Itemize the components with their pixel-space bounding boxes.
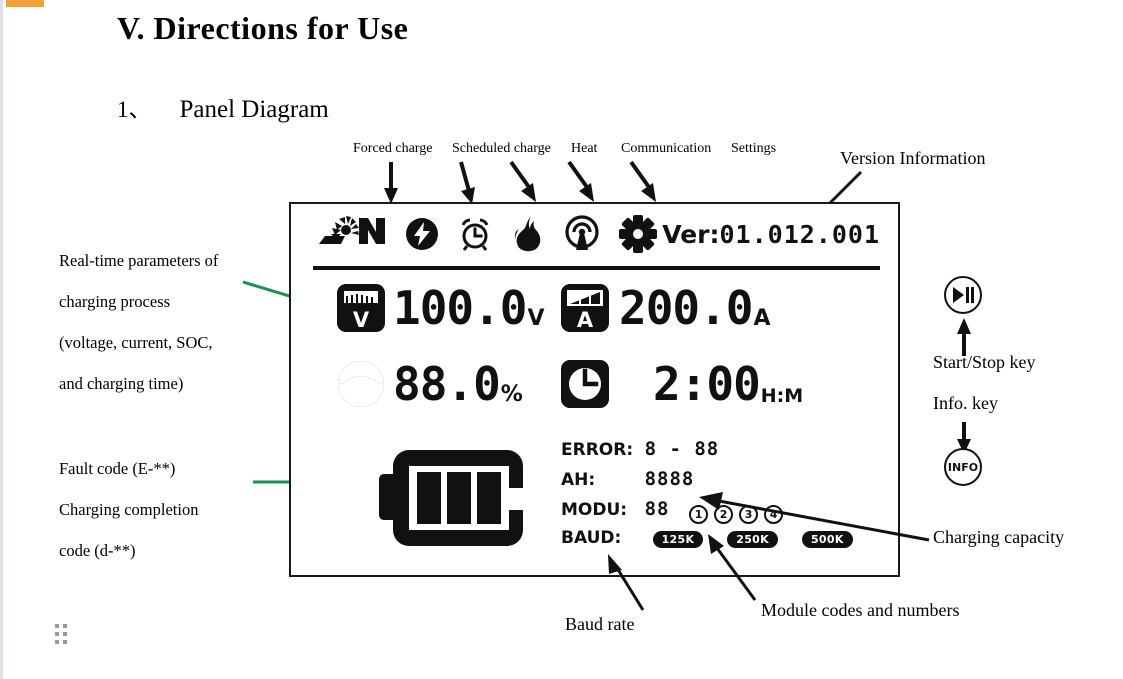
voltage-unit: V [527, 306, 545, 331]
gear-icon [619, 215, 657, 253]
arrow-communication [567, 160, 594, 202]
current-value: 200.0 [619, 281, 753, 335]
callout-communication: Communication [621, 141, 712, 156]
arrow-scheduled-charge [459, 161, 475, 204]
fault-line-3: code (d-**) [59, 541, 136, 560]
alarm-clock-icon [461, 218, 489, 251]
callout-info-key: Info. key [933, 393, 998, 413]
status-row-ah: AH: 8888 [561, 468, 694, 490]
fault-line-2: Charging completion [59, 500, 199, 519]
error-label: ERROR: [561, 440, 634, 460]
callout-heat: Heat [571, 141, 598, 156]
play-pause-icon [953, 287, 974, 303]
start-stop-key[interactable] [944, 276, 982, 314]
callout-scheduled-charge: Scheduled charge [452, 141, 551, 156]
arrow-baud-rate [608, 554, 645, 611]
readout-soc: 88.0 % [335, 358, 523, 410]
svg-text:A: A [577, 308, 594, 332]
current-unit: A [753, 306, 771, 331]
soc-gauge-icon [338, 361, 384, 407]
handle-dot [63, 624, 67, 628]
callout-baud-rate: Baud rate [565, 614, 635, 634]
callout-version-information: Version Information [840, 148, 986, 168]
section-title: 1、 Panel Diagram [117, 90, 329, 124]
handle-dot [63, 640, 67, 644]
ah-label: AH: [561, 470, 596, 490]
arrow-heat [509, 160, 536, 202]
status-icon-row [315, 214, 657, 254]
modu-value: 88 [644, 498, 670, 520]
callout-start-stop-key: Start/Stop key [933, 352, 1036, 372]
flame-icon [515, 216, 541, 252]
clock-icon [561, 360, 609, 408]
callout-charging-capacity: Charging capacity [933, 527, 1065, 547]
arrow-forced-charge [384, 162, 398, 204]
voltmeter-icon: V [337, 284, 385, 332]
version-display: Ver: 01.012.001 [662, 220, 880, 249]
readout-time: 2:00 H:M [559, 358, 803, 410]
realtime-line-2: charging process [59, 292, 171, 311]
ammeter-icon: A [561, 284, 609, 332]
modu-label: MODU: [561, 500, 628, 520]
version-value: 01.012.001 [719, 220, 880, 249]
realtime-line-1: Real-time parameters of [59, 251, 219, 270]
callout-realtime-parameters: Real-time parameters of charging process… [59, 240, 218, 404]
readout-current: A 200.0 A [559, 282, 771, 334]
baud-label: BAUD: [561, 528, 622, 548]
ah-value: 8888 [644, 468, 695, 490]
page-accent-bar [6, 0, 44, 7]
callout-module-codes: Module codes and numbers [761, 600, 960, 620]
time-value: 2:00 [653, 357, 761, 411]
voltage-value: 100.0 [393, 281, 527, 335]
status-row-error: ERROR: 8 - 88 [561, 438, 719, 460]
antenna-signal-icon [565, 215, 599, 250]
info-key-label: INFO [947, 460, 979, 474]
soc-value: 88.0 [393, 357, 501, 411]
document-page: V. Directions for Use 1、 Panel Diagram Fo… [0, 0, 1123, 679]
handle-dot [63, 632, 67, 636]
readout-voltage: V 100.0 V [335, 282, 545, 334]
handle-dot [55, 640, 59, 644]
battery-three-bars-icon [379, 450, 525, 546]
page-title: V. Directions for Use [117, 10, 409, 46]
lcd-readouts: V 100.0 V A 200.0 A 88.0 % 2:00 H:M [291, 276, 898, 431]
handle-dot [55, 624, 59, 628]
realtime-line-3: (voltage, current, SOC, [59, 333, 213, 352]
callout-fault-code: Fault code (E-**) Charging completion co… [59, 448, 198, 571]
lcd-status-bar: Ver: 01.012.001 [291, 204, 898, 272]
callout-settings: Settings [731, 141, 777, 156]
arrow-settings [629, 160, 656, 202]
error-value: 8 - 88 [644, 438, 720, 460]
lcd-divider [313, 266, 880, 270]
time-unit: H:M [760, 385, 804, 407]
soc-unit: % [500, 382, 523, 407]
callout-forced-charge: Forced charge [353, 141, 433, 156]
lightning-bolt-icon [406, 218, 438, 250]
realtime-line-4: and charging time) [59, 374, 184, 393]
section-name: Panel Diagram [179, 96, 329, 123]
drag-handle-dots[interactable] [55, 624, 67, 644]
svg-text:V: V [353, 308, 370, 332]
sn-logo-icon [319, 216, 385, 244]
arrow-module-codes [708, 534, 757, 601]
section-number: 1、 [117, 97, 152, 122]
info-key[interactable]: INFO [944, 448, 982, 486]
handle-dot [55, 632, 59, 636]
version-label: Ver: [662, 220, 720, 249]
fault-line-1: Fault code (E-**) [59, 459, 176, 478]
